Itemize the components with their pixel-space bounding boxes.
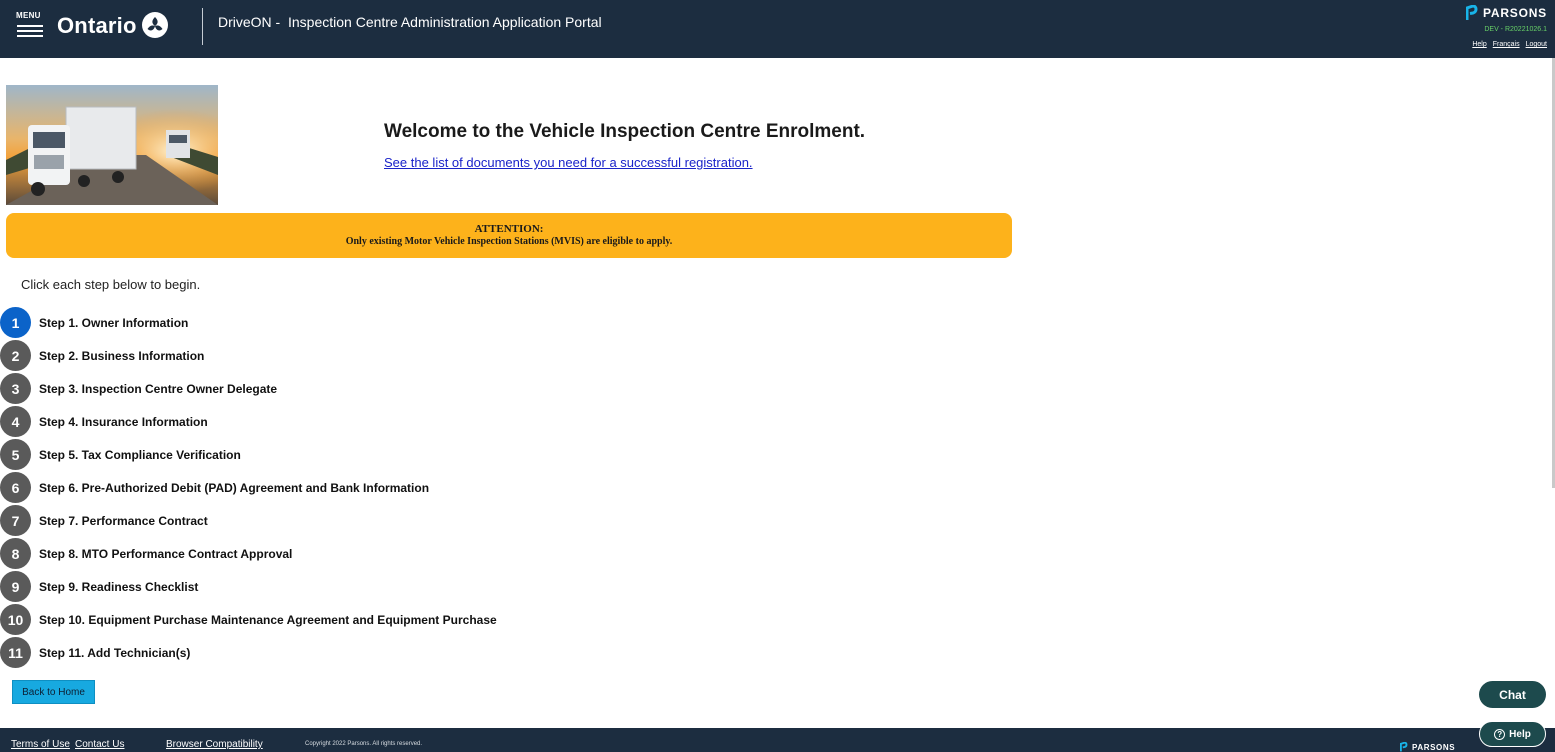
step-number: 1: [0, 307, 31, 338]
step-label: Step 11. Add Technician(s): [39, 645, 191, 660]
step-4-insurance-information[interactable]: 4 Step 4. Insurance Information: [0, 406, 208, 437]
step-number: 6: [0, 472, 31, 503]
step-11-add-technicians[interactable]: 11 Step 11. Add Technician(s): [0, 637, 190, 668]
step-label: Step 10. Equipment Purchase Maintenance …: [39, 612, 497, 627]
step-3-owner-delegate[interactable]: 3 Step 3. Inspection Centre Owner Delega…: [0, 373, 277, 404]
help-link[interactable]: Help: [1472, 41, 1486, 48]
contact-us-link[interactable]: Contact Us: [75, 739, 124, 750]
step-label: Step 4. Insurance Information: [39, 414, 208, 429]
step-6-pad-agreement[interactable]: 6 Step 6. Pre-Authorized Debit (PAD) Agr…: [0, 472, 429, 503]
parsons-p-icon: [1400, 742, 1408, 752]
menu-label: MENU: [16, 11, 41, 20]
hamburger-icon: [17, 25, 43, 40]
parsons-logo: PARSONS: [1465, 4, 1547, 22]
top-links: Help Français Logout: [1472, 41, 1547, 48]
step-1-owner-information[interactable]: 1 Step 1. Owner Information: [0, 307, 188, 338]
menu-button[interactable]: MENU: [16, 11, 46, 37]
environment-tag: DEV - R20221026.1: [1484, 26, 1547, 33]
back-to-home-button[interactable]: Back to Home: [12, 680, 95, 704]
steps-intro: Click each step below to begin.: [21, 277, 201, 292]
step-number: 7: [0, 505, 31, 536]
step-number: 10: [0, 604, 31, 635]
terms-of-use-link[interactable]: Terms of Use: [11, 739, 70, 750]
help-button-label: Help: [1509, 728, 1531, 740]
step-label: Step 6. Pre-Authorized Debit (PAD) Agree…: [39, 480, 430, 495]
help-button[interactable]: ? Help: [1479, 721, 1546, 747]
brand-area: PARSONS DEV - R20221026.1 Help Français …: [1427, 4, 1547, 54]
attention-banner: ATTENTION: Only existing Motor Vehicle I…: [6, 213, 1012, 258]
step-label: Step 8. MTO Performance Contract Approva…: [39, 546, 293, 561]
footer-logo-text: PARSONS: [1412, 742, 1456, 752]
site-footer: Terms of Use Contact Us Browser Compatib…: [0, 728, 1555, 752]
step-number: 5: [0, 439, 31, 470]
step-7-performance-contract[interactable]: 7 Step 7. Performance Contract: [0, 505, 208, 536]
attention-title: ATTENTION:: [474, 223, 544, 235]
chat-button[interactable]: Chat: [1479, 681, 1546, 708]
header-divider: [202, 8, 203, 45]
parsons-p-icon: [1465, 5, 1478, 20]
brand-name: PARSONS: [1482, 6, 1547, 20]
copyright-text: Copyright 2022 Parsons. All rights reser…: [305, 741, 423, 747]
ontario-trillium-icon: [142, 12, 168, 38]
step-label: Step 3. Inspection Centre Owner Delegate: [39, 381, 278, 396]
step-number: 3: [0, 373, 31, 404]
browser-compatibility-link[interactable]: Browser Compatibility: [166, 739, 263, 750]
required-documents-link[interactable]: See the list of documents you need for a…: [384, 155, 753, 170]
step-8-contract-approval[interactable]: 8 Step 8. MTO Performance Contract Appro…: [0, 538, 292, 569]
step-9-readiness-checklist[interactable]: 9 Step 9. Readiness Checklist: [0, 571, 198, 602]
step-5-tax-compliance[interactable]: 5 Step 5. Tax Compliance Verification: [0, 439, 241, 470]
app-title: DriveON - Inspection Centre Administrati…: [218, 14, 602, 30]
step-number: 8: [0, 538, 31, 569]
step-label: Step 9. Readiness Checklist: [39, 579, 199, 594]
step-number: 11: [0, 637, 31, 668]
attention-text: Only existing Motor Vehicle Inspection S…: [345, 236, 673, 247]
step-label: Step 2. Business Information: [39, 348, 205, 363]
step-number: 9: [0, 571, 31, 602]
footer-parsons-logo: PARSONS: [1400, 742, 1455, 752]
francais-link[interactable]: Français: [1493, 41, 1520, 48]
step-label: Step 5. Tax Compliance Verification: [39, 447, 241, 462]
step-number: 2: [0, 340, 31, 371]
step-10-equipment-purchase[interactable]: 10 Step 10. Equipment Purchase Maintenan…: [0, 604, 497, 635]
logout-link[interactable]: Logout: [1526, 41, 1547, 48]
truck-hero-image: [6, 85, 218, 205]
welcome-heading: Welcome to the Vehicle Inspection Centre…: [384, 121, 866, 142]
step-label: Step 7. Performance Contract: [39, 513, 208, 528]
question-mark-icon: ?: [1494, 728, 1506, 740]
site-header: MENU Ontario DriveON - Inspection Centre…: [0, 0, 1555, 58]
ontario-wordmark: Ontario: [57, 13, 137, 38]
step-2-business-information[interactable]: 2 Step 2. Business Information: [0, 340, 204, 371]
step-label: Step 1. Owner Information: [39, 315, 189, 330]
step-number: 4: [0, 406, 31, 437]
